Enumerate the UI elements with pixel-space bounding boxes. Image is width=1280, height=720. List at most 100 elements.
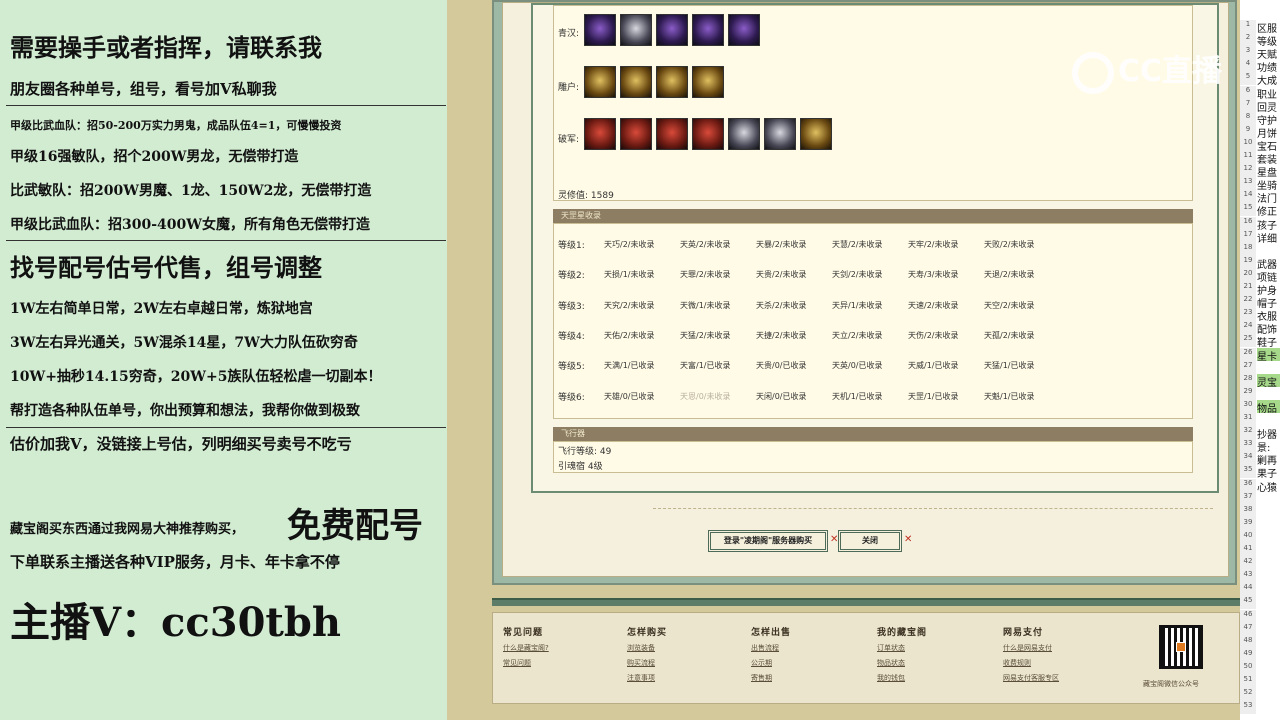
sheet-cell[interactable] (1257, 492, 1280, 505)
sheet-cell[interactable]: 星盘 (1257, 164, 1280, 177)
sheet-row-number: 1 (1240, 20, 1256, 33)
footer-link[interactable]: 出售流程 (751, 643, 791, 653)
sheet-cell[interactable]: 武器 (1257, 256, 1280, 269)
sheet-cell[interactable] (1257, 688, 1280, 701)
equipment-item-icon[interactable] (620, 118, 652, 150)
sheet-row-number: 24 (1240, 321, 1256, 335)
sheet-cell[interactable] (1257, 387, 1280, 400)
divider (6, 105, 446, 106)
equipment-item-icon[interactable] (620, 14, 652, 46)
sheet-cell[interactable]: 配饰 (1257, 321, 1280, 334)
sheet-cell[interactable]: 功绩 (1257, 59, 1280, 72)
sheet-cell[interactable] (1257, 557, 1280, 570)
sheet-cell[interactable]: 物品 (1257, 399, 1280, 413)
equipment-item-icon[interactable] (620, 66, 652, 98)
sheet-cell[interactable]: 帽子 (1257, 295, 1280, 308)
footer-link[interactable]: 网易支付客服专区 (1003, 673, 1059, 683)
sheet-cell[interactable]: 套装 (1257, 151, 1280, 164)
sheet-cell[interactable]: 守护 (1257, 112, 1280, 125)
equipment-item-icon[interactable] (584, 14, 616, 46)
sheet-cell[interactable]: 护身 (1257, 282, 1280, 295)
equipment-item-icon[interactable] (728, 118, 760, 150)
sheet-cell[interactable] (1257, 361, 1280, 374)
close-button[interactable]: 关闭 (838, 530, 902, 552)
sheet-cell[interactable] (1257, 701, 1280, 714)
footer-link[interactable]: 物品状态 (877, 658, 927, 668)
sheet-cell[interactable]: 天赋 (1257, 46, 1280, 59)
sheet-cell[interactable] (1257, 570, 1280, 583)
tiangang-star-entry: 天孤/2/未收录 (984, 330, 1035, 340)
sheet-row-number: 11 (1240, 151, 1256, 164)
sheet-cell[interactable]: 等级 (1257, 33, 1280, 46)
sheet-cell[interactable] (1257, 413, 1280, 426)
sheet-cell[interactable] (1257, 544, 1280, 557)
equipment-item-icon[interactable] (692, 118, 724, 150)
sheet-cell[interactable]: 法门 (1257, 190, 1280, 203)
sheet-cell[interactable]: 景: (1257, 439, 1280, 452)
sheet-cell[interactable]: 坐骑 (1257, 177, 1280, 190)
footer-link[interactable]: 浏览装备 (627, 643, 667, 653)
sheet-cell[interactable] (1257, 243, 1280, 256)
tiangang-star-entry: 天杀/2/未收录 (756, 300, 807, 310)
sheet-cell[interactable] (1257, 636, 1280, 649)
sheet-cell[interactable]: 大成 (1257, 72, 1280, 85)
sheet-cell[interactable] (1257, 649, 1280, 662)
sheet-cell[interactable]: 月饼 (1257, 125, 1280, 138)
sheet-cell[interactable]: 衣服 (1257, 308, 1280, 321)
footer-link[interactable]: 收费规则 (1003, 658, 1059, 668)
equipment-item-icon[interactable] (764, 118, 796, 150)
sheet-row-number: 13 (1240, 177, 1256, 191)
footer-link[interactable]: 购买流程 (627, 658, 667, 668)
sheet-cell[interactable] (1257, 662, 1280, 675)
sheet-cell[interactable]: 回灵 (1257, 99, 1280, 112)
equipment-item-icon[interactable] (584, 118, 616, 150)
equipment-item-icon[interactable] (692, 66, 724, 98)
sheet-cell[interactable]: 职业 (1257, 86, 1280, 99)
sheet-cell[interactable]: 区服 (1257, 20, 1280, 33)
tiangang-star-entry: 天究/2/未收录 (604, 300, 655, 310)
sheet-cell[interactable] (1257, 610, 1280, 623)
footer-link[interactable]: 什么是网易支付 (1003, 643, 1059, 653)
sheet-row-number: 35 (1240, 465, 1256, 479)
sheet-cell[interactable] (1257, 505, 1280, 518)
sheet-cell[interactable]: 宝石 (1257, 138, 1280, 151)
sheet-cell[interactable]: 心猿 (1257, 479, 1280, 492)
sheet-cell[interactable]: 孩子 (1257, 217, 1280, 230)
sheet-cell[interactable] (1257, 531, 1280, 544)
sheet-cell[interactable] (1257, 596, 1280, 609)
equipment-item-icon[interactable] (692, 14, 724, 46)
sheet-cell[interactable]: 灵宝 (1257, 373, 1280, 387)
footer-link[interactable]: 注意事项 (627, 673, 667, 683)
footer-link[interactable]: 什么是藏宝阁? (503, 643, 549, 653)
sheet-cell[interactable] (1257, 623, 1280, 636)
sheet-cell[interactable]: 剿再 (1257, 452, 1280, 465)
sheet-cell[interactable]: 修正 (1257, 203, 1280, 216)
footer-link[interactable]: 我的钱包 (877, 673, 927, 683)
tiangang-level-label: 等级5: (558, 362, 585, 373)
footer-link[interactable]: 公示期 (751, 658, 791, 668)
sheet-cell[interactable]: 项链 (1257, 269, 1280, 282)
tiangang-star-entry: 天罪/2/未收录 (680, 270, 731, 280)
equipment-item-icon[interactable] (656, 66, 688, 98)
promo-line: 10W+抽秒14.15穷奇，20W+5族队伍轻松虐一切副本！ (10, 369, 382, 385)
sheet-cell[interactable] (1257, 675, 1280, 688)
equipment-item-icon[interactable] (800, 118, 832, 150)
footer-link[interactable]: 订单状态 (877, 643, 927, 653)
equipment-item-icon[interactable] (656, 14, 688, 46)
sheet-cell[interactable] (1257, 583, 1280, 596)
footer-heading: 怎样购买 (627, 628, 668, 638)
footer-link[interactable]: 寄售期 (751, 673, 791, 683)
equipment-item-icon[interactable] (656, 118, 688, 150)
sheet-cell[interactable]: 星卡 (1257, 347, 1280, 361)
sheet-cell[interactable]: 抄器 (1257, 426, 1280, 439)
sheet-cell[interactable] (1257, 518, 1280, 531)
server-buy-button[interactable]: 登录"凌期阁"服务器购买 (708, 530, 828, 552)
tiangang-star-entry: 天机/1/已收录 (832, 391, 883, 401)
sheet-cell[interactable]: 果子 (1257, 465, 1280, 478)
footer-link[interactable]: 常见问题 (503, 658, 549, 668)
equipment-item-icon[interactable] (584, 66, 616, 98)
sheet-cell[interactable]: 详细 (1257, 230, 1280, 243)
site-footer: 常见问题 什么是藏宝阁? 常见问题 怎样购买 浏览装备 购买流程 注意事项 怎样… (492, 612, 1240, 704)
equipment-item-icon[interactable] (728, 14, 760, 46)
sheet-cell[interactable]: 鞋子 (1257, 334, 1280, 347)
